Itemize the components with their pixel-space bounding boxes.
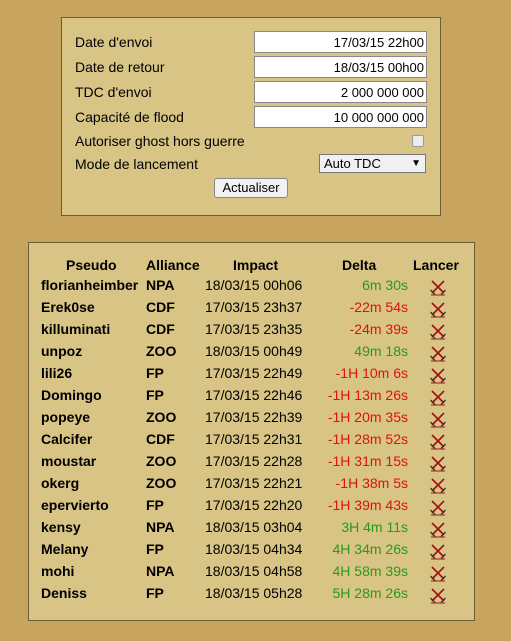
delta-value: -1H 10m 6s [335,365,408,381]
player-pseudo: Melany [41,541,89,557]
delta-value: -1H 39m 43s [327,497,408,513]
player-alliance: FP [146,365,164,381]
flood-capacity-field[interactable] [254,106,427,128]
crossed-swords-icon[interactable] [429,388,447,406]
pseudo-header: Pseudo [66,257,117,273]
settings-panel: Date d'envoi Date de retour TDC d'envoi … [61,17,441,216]
player-alliance: ZOO [146,475,177,491]
flood-capacity-label: Capacité de flood [75,109,184,125]
crossed-swords-icon[interactable] [429,498,447,516]
delta-value: 3H 4m 11s [341,519,408,535]
player-alliance: FP [146,585,164,601]
send-date-field[interactable] [254,31,427,53]
player-pseudo: unpoz [41,343,83,359]
player-pseudo: Erek0se [41,299,95,315]
delta-header: Delta [342,257,377,273]
ghost-checkbox[interactable] [412,135,424,147]
crossed-swords-icon[interactable] [429,586,447,604]
player-pseudo: epervierto [41,497,109,513]
player-pseudo: Domingo [41,387,102,403]
player-pseudo: moustar [41,453,97,469]
crossed-swords-icon[interactable] [429,410,447,428]
delta-value: -1H 28m 52s [327,431,408,447]
launch-mode-label: Mode de lancement [75,156,198,172]
crossed-swords-icon[interactable] [429,454,447,472]
player-alliance: FP [146,541,164,557]
return-date-label: Date de retour [75,59,165,75]
player-alliance: NPA [146,563,175,579]
player-pseudo: lili26 [41,365,73,381]
refresh-button[interactable]: Actualiser [214,178,288,198]
impact-header: Impact [233,257,279,273]
crossed-swords-icon[interactable] [429,366,447,384]
crossed-swords-icon[interactable] [429,432,447,450]
player-pseudo: okerg [41,475,80,491]
crossed-swords-icon[interactable] [429,322,447,340]
crossed-swords-icon[interactable] [429,542,447,560]
player-alliance: ZOO [146,453,177,469]
tdc-label: TDC d'envoi [75,84,152,100]
return-date-field[interactable] [254,56,427,78]
delta-value: -1H 13m 26s [327,387,408,403]
player-alliance: CDF [146,321,175,337]
player-alliance: FP [146,497,164,513]
player-alliance: FP [146,387,164,403]
player-alliance: NPA [146,519,175,535]
player-alliance: ZOO [146,343,177,359]
launch-mode-select[interactable]: Auto TDC ▼ [319,154,426,173]
delta-value: 6m 30s [362,277,408,293]
crossed-swords-icon[interactable] [429,300,447,318]
launch-header: Lancer [413,257,459,273]
delta-value: -1H 20m 35s [327,409,408,425]
chevron-down-icon: ▼ [411,158,421,169]
player-alliance: ZOO [146,409,177,425]
delta-value: -1H 38m 5s [335,475,408,491]
crossed-swords-icon[interactable] [429,344,447,362]
player-pseudo: popeye [41,409,91,425]
delta-value: 5H 28m 26s [332,585,408,601]
player-pseudo: mohi [41,563,75,579]
ghost-label: Autoriser ghost hors guerre [75,133,245,149]
send-date-label: Date d'envoi [75,34,153,50]
crossed-swords-icon[interactable] [429,564,447,582]
delta-value: -24m 39s [349,321,408,337]
tdc-field[interactable] [254,81,427,103]
delta-value: -1H 31m 15s [327,453,408,469]
alliance-header: Alliance [146,257,200,273]
crossed-swords-icon[interactable] [429,476,447,494]
player-alliance: CDF [146,431,175,447]
crossed-swords-icon[interactable] [429,520,447,538]
delta-value: 4H 58m 39s [332,563,408,579]
player-pseudo: florianheimber [41,277,139,293]
player-pseudo: killuminati [41,321,111,337]
delta-value: 49m 18s [354,343,408,359]
delta-value: -22m 54s [349,299,408,315]
results-panel: Pseudo Alliance Impact Delta Lancer flor… [28,242,475,621]
player-alliance: NPA [146,277,175,293]
player-pseudo: Deniss [41,585,87,601]
launch-mode-value: Auto TDC [324,156,381,171]
delta-value: 4H 34m 26s [332,541,408,557]
player-pseudo: kensy [41,519,81,535]
player-pseudo: Calcifer [41,431,93,447]
player-alliance: CDF [146,299,175,315]
crossed-swords-icon[interactable] [429,278,447,296]
